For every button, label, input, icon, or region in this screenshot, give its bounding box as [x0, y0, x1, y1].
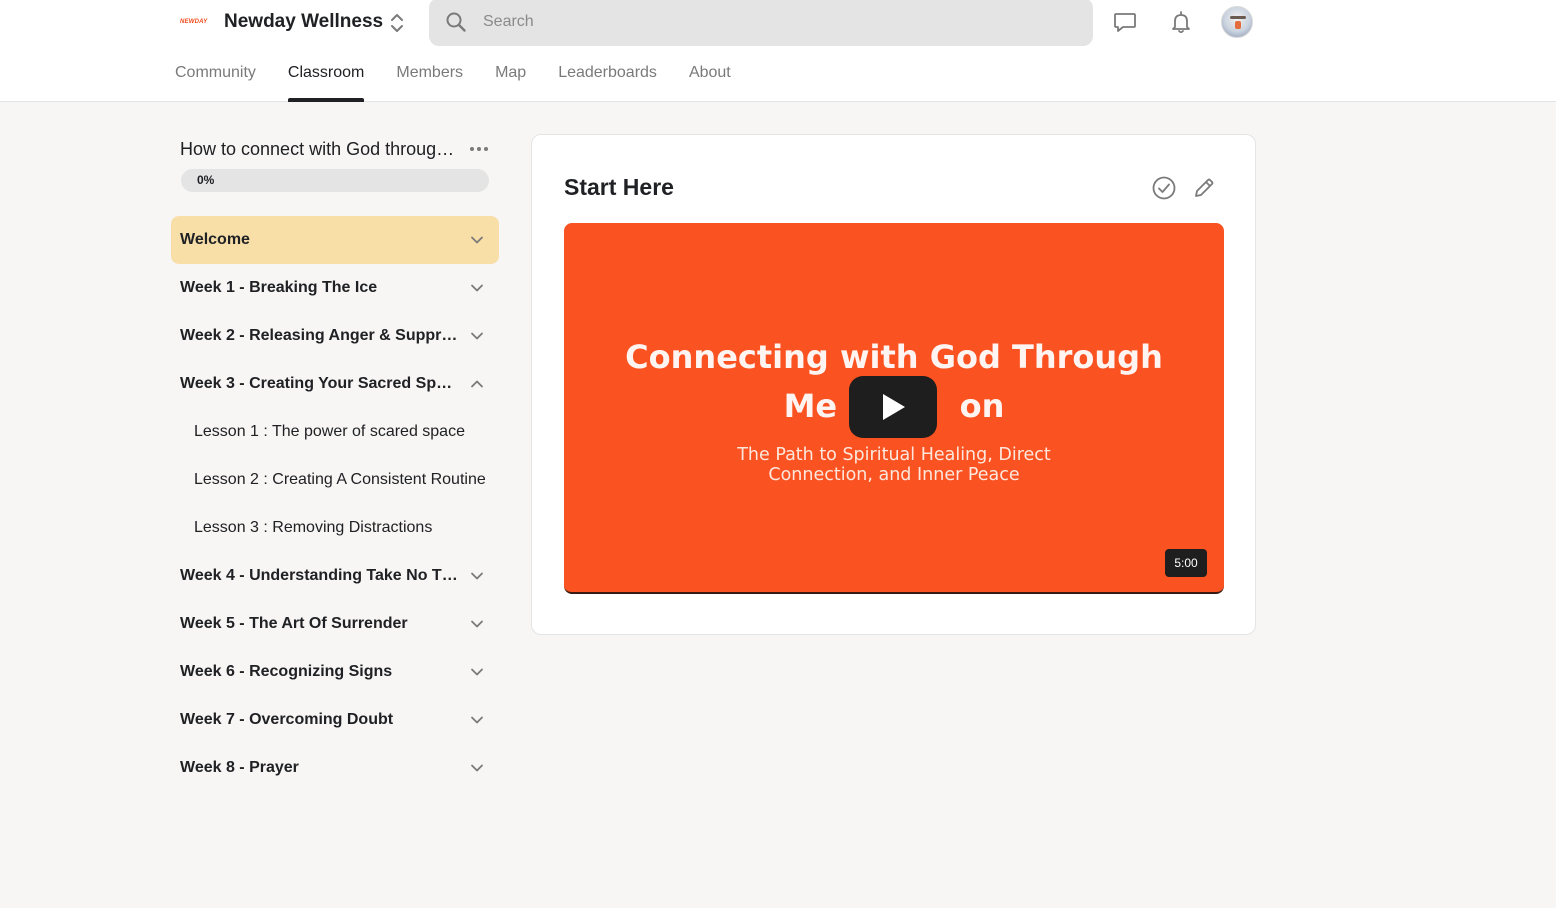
chevron-down-icon: [471, 332, 483, 340]
search-input[interactable]: [483, 0, 1073, 46]
chat-icon[interactable]: [1112, 9, 1138, 35]
chevron-down-icon: [471, 620, 483, 628]
module-label: Week 8 - Prayer: [180, 759, 299, 776]
chevron-down-icon: [471, 236, 483, 244]
top-header: NEWDAY Newday Wellness Community Classro…: [0, 0, 1556, 102]
tab-map[interactable]: Map: [495, 60, 526, 102]
tab-community[interactable]: Community: [175, 60, 256, 102]
module-label: Week 2 - Releasing Anger & Suppressed Em…: [180, 327, 460, 344]
course-progress-bar: 0%: [181, 169, 489, 192]
main-tabs: Community Classroom Members Map Leaderbo…: [175, 60, 763, 102]
video-subtitle-line1: The Path to Spiritual Healing, Direct: [737, 445, 1051, 465]
search-icon: [446, 12, 466, 32]
lesson-item[interactable]: Lesson 1 : The power of scared space: [171, 408, 499, 456]
lesson-title: Start Here: [564, 174, 674, 200]
video-duration: 5:00: [1165, 549, 1207, 577]
module-week-6[interactable]: Week 6 - Recognizing Signs: [171, 648, 499, 696]
check-circle-icon[interactable]: [1151, 175, 1177, 201]
user-avatar[interactable]: [1221, 6, 1253, 38]
chevron-down-icon: [471, 716, 483, 724]
video-thumbnail-subtitle: The Path to Spiritual Healing, Direct Co…: [714, 445, 1074, 485]
module-week-7[interactable]: Week 7 - Overcoming Doubt: [171, 696, 499, 744]
pencil-icon[interactable]: [1191, 175, 1217, 201]
lesson-item[interactable]: Lesson 3 : Removing Distractions: [171, 504, 499, 552]
module-week-1[interactable]: Week 1 - Breaking The Ice: [171, 264, 499, 312]
module-week-5[interactable]: Week 5 - The Art Of Surrender: [171, 600, 499, 648]
chevron-up-down-icon[interactable]: [387, 12, 407, 34]
tab-about[interactable]: About: [689, 60, 731, 102]
video-subtitle-line2: Connection, and Inner Peace: [768, 465, 1020, 485]
chevron-down-icon: [471, 572, 483, 580]
tab-leaderboards[interactable]: Leaderboards: [558, 60, 657, 102]
tab-classroom[interactable]: Classroom: [287, 60, 365, 102]
module-week-3[interactable]: Week 3 - Creating Your Sacred Space: [171, 360, 499, 408]
module-welcome[interactable]: Welcome: [171, 216, 499, 264]
more-horizontal-icon[interactable]: [466, 140, 492, 158]
group-name[interactable]: Newday Wellness: [224, 10, 383, 34]
module-label: Week 5 - The Art Of Surrender: [180, 615, 408, 632]
module-label: Welcome: [180, 231, 250, 248]
lesson-label: Lesson 1 : The power of scared space: [194, 423, 465, 440]
course-title: How to connect with God through Meditati…: [180, 139, 460, 159]
progress-label: 0%: [197, 173, 215, 187]
video-player[interactable]: Connecting with God Through Me on The Pa…: [564, 223, 1224, 594]
module-label: Week 1 - Breaking The Ice: [180, 279, 378, 296]
video-thumbnail-title: Connecting with God Through: [625, 338, 1163, 376]
module-week-4[interactable]: Week 4 - Understanding Take No Thought: [171, 552, 499, 600]
lesson-label: Lesson 2 : Creating A Consistent Routine: [194, 471, 486, 488]
module-label: Week 4 - Understanding Take No Thought: [180, 567, 460, 584]
tab-members[interactable]: Members: [396, 60, 463, 102]
play-button[interactable]: [849, 376, 937, 438]
chevron-up-icon: [471, 380, 483, 388]
chevron-down-icon: [471, 668, 483, 676]
module-week-8[interactable]: Week 8 - Prayer: [171, 744, 499, 792]
group-logo[interactable]: NEWDAY: [180, 16, 212, 28]
module-week-2[interactable]: Week 2 - Releasing Anger & Suppressed Em…: [171, 312, 499, 360]
module-label: Week 6 - Recognizing Signs: [180, 663, 393, 680]
play-icon: [883, 394, 905, 420]
lesson-card: Start Here Connecting with God Through M…: [531, 134, 1256, 635]
lesson-item[interactable]: Lesson 2 : Creating A Consistent Routine: [171, 456, 499, 504]
search-bar[interactable]: [429, 0, 1093, 46]
module-label: Week 3 - Creating Your Sacred Space: [180, 375, 460, 392]
lesson-label: Lesson 3 : Removing Distractions: [194, 519, 433, 536]
module-label: Week 7 - Overcoming Doubt: [180, 711, 394, 728]
bell-icon[interactable]: [1168, 9, 1194, 35]
chevron-down-icon: [471, 284, 483, 292]
chevron-down-icon: [471, 764, 483, 772]
